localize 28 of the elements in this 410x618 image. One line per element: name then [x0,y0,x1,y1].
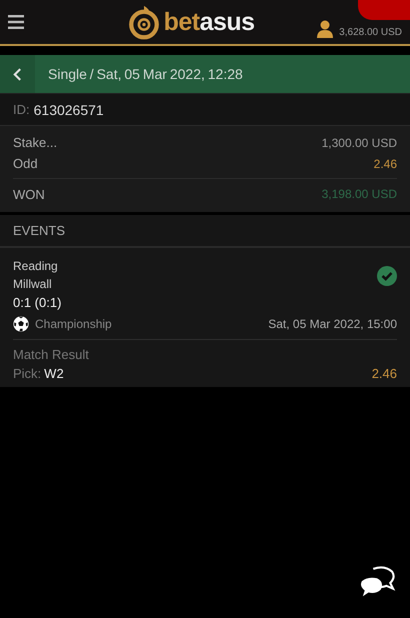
pick-value: W2 [44,366,64,381]
bet-title: Single / Sat, 05 Mar 2022, 12:28 [48,66,243,82]
summary-label: Stake... [13,135,58,150]
league-name: Championship [35,317,112,331]
id-label: ID: [13,102,30,117]
summary-label: WON [13,186,45,202]
user-icon[interactable] [317,20,334,38]
summary-value: 3,198.00 USD [322,187,397,201]
pick-label: Pick: [13,366,42,381]
summary-value: 2.46 [374,156,397,170]
summary-label: Odd [13,156,38,171]
logo-icon [126,4,161,40]
team-name: Millwall [13,277,53,291]
pick-odd: 2.46 [372,366,397,381]
bet-id: 613026571 [34,102,104,118]
market-name: Match Result [13,347,90,362]
team-name: Reading [13,259,59,273]
match-date: Sat, 05 Mar 2022, 15:00 [268,317,397,331]
redaction-mark [358,0,410,20]
match-score: 0:1 (0:1) [13,295,62,310]
soccer-ball-icon [13,316,29,332]
back-button[interactable] [0,55,35,93]
section-heading: EVENTS [13,223,66,238]
menu-icon[interactable] [8,14,24,30]
logo-text: betasus [164,8,255,36]
chevron-left-icon [13,68,22,80]
balance-text: 3,628.00 USD [339,27,402,38]
summary-value: 1,300.00 USD [322,136,397,150]
